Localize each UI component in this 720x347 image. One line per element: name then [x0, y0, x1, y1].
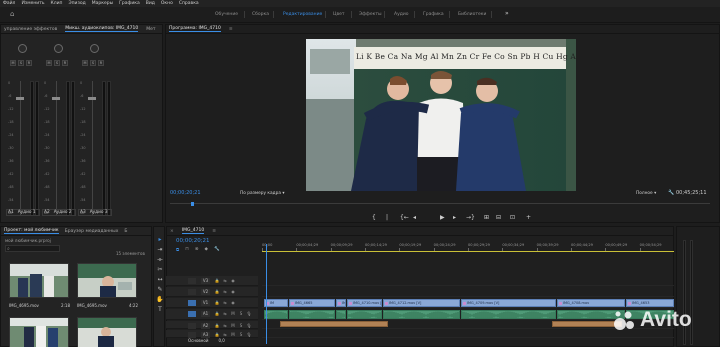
sync-lock-icon[interactable]: ⇆ — [222, 278, 228, 284]
track-header[interactable]: A1 🔒 ⇆ M S 🎙 — [166, 309, 258, 320]
avito-logo-icon — [614, 311, 634, 330]
clip-name: IMG_4712.mov [V] — [389, 301, 422, 305]
fx-badge — [463, 301, 466, 305]
sync-lock-icon[interactable]: ⇆ — [222, 323, 228, 329]
lock-icon[interactable]: 🔒 — [214, 323, 220, 329]
eye-icon[interactable]: ◉ — [230, 300, 236, 306]
timeline-playhead[interactable] — [266, 244, 267, 344]
audio-clip[interactable] — [461, 310, 556, 319]
clip-name: IMG_4708.mov — [563, 301, 590, 305]
waveform — [462, 311, 555, 318]
audio-clip[interactable] — [289, 310, 335, 319]
video-clip[interactable]: IMG_4712.mov [V] — [383, 299, 460, 307]
solo-track-button[interactable]: S — [238, 332, 244, 338]
fx-badge — [349, 301, 352, 305]
mute-track-button[interactable]: M — [230, 311, 236, 317]
fx-badge — [559, 301, 562, 305]
sync-lock-icon[interactable]: ⇆ — [222, 289, 228, 295]
watermark-text: Avito — [640, 308, 692, 331]
audio-clip[interactable] — [264, 310, 288, 319]
master-label: Основной — [188, 338, 209, 343]
video-clip[interactable]: IMG_4665 — [289, 299, 335, 307]
audio-clip[interactable] — [347, 310, 382, 319]
lock-icon[interactable]: 🔒 — [214, 300, 220, 306]
video-clip[interactable]: IMG_4709.mov [V] — [461, 299, 556, 307]
waveform — [348, 311, 381, 318]
video-clip[interactable]: IM — [264, 299, 288, 307]
mute-track-button[interactable]: M — [230, 323, 236, 329]
waveform — [290, 311, 334, 318]
master-value: 0,0 — [218, 338, 225, 343]
watermark: Avito — [612, 306, 712, 336]
eye-icon[interactable]: ◉ — [230, 278, 236, 284]
lock-icon[interactable]: 🔒 — [214, 289, 220, 295]
waveform — [337, 311, 345, 318]
video-clip[interactable]: IMG_4710.mov [V] — [347, 299, 382, 307]
sync-lock-icon[interactable]: ⇆ — [222, 300, 228, 306]
track-label[interactable]: V3 — [201, 278, 210, 284]
microphone-icon[interactable]: 🎙 — [246, 323, 252, 329]
sync-lock-icon[interactable]: ⇆ — [222, 311, 228, 317]
track-header[interactable]: A3 🔒 ⇆ M S 🎙 — [166, 330, 258, 338]
track-header[interactable]: A2 🔒 ⇆ M S 🎙 — [166, 321, 258, 329]
solo-track-button[interactable]: S — [238, 323, 244, 329]
clip-name: IMG_4710.mov [V] — [353, 301, 381, 305]
track-label[interactable]: A1 — [201, 311, 210, 317]
audio-clip[interactable] — [336, 310, 346, 319]
track-target[interactable] — [188, 289, 196, 295]
track-header[interactable]: V3 🔒 ⇆ ◉ — [166, 276, 258, 286]
eye-icon[interactable]: ◉ — [230, 289, 236, 295]
track-target[interactable] — [188, 300, 196, 306]
clip-name: IMG_4709.mov [V] — [467, 301, 500, 305]
track-label[interactable]: V1 — [201, 300, 210, 306]
fx-badge — [338, 301, 341, 305]
audio-clip[interactable] — [280, 321, 388, 327]
clip-name: IM — [270, 301, 275, 305]
track-header[interactable]: V2 🔒 ⇆ ◉ — [166, 287, 258, 297]
microphone-icon[interactable]: 🎙 — [246, 311, 252, 317]
track-label[interactable]: V2 — [201, 289, 210, 295]
fx-badge — [291, 301, 294, 305]
waveform — [384, 311, 459, 318]
track-header[interactable]: V1 🔒 ⇆ ◉ — [166, 298, 258, 308]
audio-clip[interactable] — [383, 310, 460, 319]
solo-track-button[interactable]: S — [238, 311, 244, 317]
track-lane[interactable] — [262, 276, 674, 286]
track-target[interactable] — [188, 311, 196, 317]
track-label[interactable]: A2 — [201, 323, 210, 329]
fx-badge — [628, 301, 631, 305]
track-target[interactable] — [188, 323, 196, 329]
clip-name: IMG_4665 — [295, 301, 313, 305]
microphone-icon[interactable]: 🎙 — [246, 332, 252, 338]
master-track[interactable]: Основной 0,0 — [188, 338, 225, 343]
clip-name: IM — [342, 301, 346, 305]
lock-icon[interactable]: 🔒 — [214, 278, 220, 284]
timeline-tracks: V3 🔒 ⇆ ◉ V2 🔒 ⇆ ◉ V1 🔒 ⇆ ◉ A1 🔒 ⇆ M S 🎙 A2 🔒 ⇆ M S 🎙 A3 🔒 ⇆ M S 🎙 IM IM… — [0, 0, 720, 347]
clip-name: IMG_4653 — [632, 301, 650, 305]
track-target[interactable] — [188, 278, 196, 284]
waveform — [265, 311, 287, 318]
video-clip[interactable]: IM — [336, 299, 346, 307]
lock-icon[interactable]: 🔒 — [214, 311, 220, 317]
track-lane[interactable] — [262, 287, 674, 297]
fx-badge — [385, 301, 388, 305]
mute-track-button[interactable]: M — [230, 332, 236, 338]
